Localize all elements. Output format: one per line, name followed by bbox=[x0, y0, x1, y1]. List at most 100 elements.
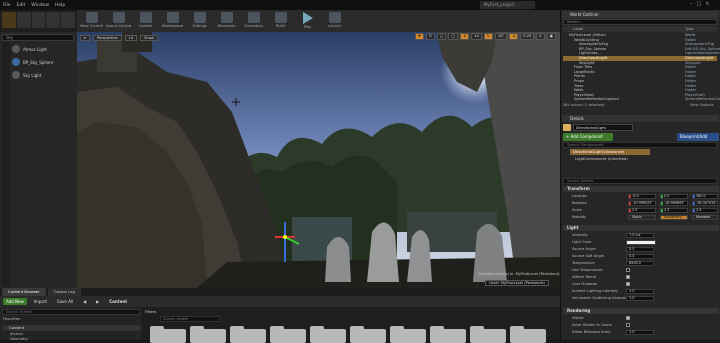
geometry-mode-icon[interactable] bbox=[61, 12, 75, 28]
folder-icon[interactable] bbox=[270, 326, 306, 343]
viewport-options-button[interactable]: ▾ bbox=[80, 34, 90, 41]
scale-snap-toggle[interactable]: ⇲ bbox=[509, 33, 519, 40]
grid-snap-toggle[interactable]: # bbox=[460, 33, 470, 40]
modes-list-item[interactable]: Atmos Light bbox=[12, 44, 85, 54]
type-column-header[interactable]: Type bbox=[685, 26, 694, 32]
folder-icon[interactable] bbox=[310, 326, 346, 343]
world-outliner-tab[interactable]: World Outliner bbox=[562, 11, 719, 18]
favorites-header[interactable]: Favorites bbox=[3, 316, 20, 321]
content-path-breadcrumb[interactable]: Content bbox=[106, 298, 130, 305]
use-temperature-checkbox[interactable] bbox=[626, 268, 630, 272]
menu-help[interactable]: Help bbox=[55, 3, 65, 8]
folder-icon[interactable] bbox=[150, 326, 186, 343]
rotation-x[interactable]: -10.999023 bbox=[628, 200, 656, 206]
rotation-snap-value[interactable]: 10° bbox=[494, 33, 508, 40]
location-z[interactable]: 380.0 bbox=[692, 193, 718, 199]
folder-icon[interactable] bbox=[510, 326, 546, 343]
translate-icon[interactable]: ✚ bbox=[414, 33, 424, 40]
details-tab[interactable]: Details bbox=[562, 115, 719, 122]
component-search-input[interactable]: Search Components bbox=[563, 142, 717, 148]
modes-search-input[interactable]: Sky bbox=[2, 34, 74, 41]
paint-mode-icon[interactable] bbox=[16, 12, 31, 28]
outliner-row[interactable]: SphereReflectionCapture SphereReflectionC… bbox=[563, 97, 720, 102]
place-mode-icon[interactable] bbox=[2, 12, 16, 28]
scale-snap-value[interactable]: 0.25 bbox=[520, 33, 535, 40]
hidden-in-game-checkbox[interactable] bbox=[626, 323, 630, 327]
play-button[interactable]: Play bbox=[295, 11, 320, 31]
visible-checkbox[interactable] bbox=[626, 316, 630, 320]
scale-x[interactable]: 2.5 bbox=[628, 207, 656, 213]
transform-category[interactable]: Transform bbox=[563, 186, 719, 192]
folder-icon[interactable] bbox=[190, 326, 226, 343]
light-category[interactable]: Light bbox=[563, 225, 719, 231]
blueprints-button[interactable]: Blueprints bbox=[214, 11, 239, 31]
label-column-header[interactable]: Label bbox=[573, 26, 583, 32]
add-new-button[interactable]: Add New bbox=[3, 298, 27, 305]
tree-item[interactable]: Archviz bbox=[10, 332, 23, 336]
scale-icon[interactable]: □ bbox=[436, 33, 447, 40]
nav-forward-icon[interactable]: ▶ bbox=[93, 298, 102, 305]
volumetric-scattering-field[interactable]: 1.0 bbox=[626, 295, 654, 301]
modes-list-item[interactable]: BP_Sky_Sphere bbox=[12, 57, 85, 67]
blueprint-script-button[interactable]: Blueprint/Add Script bbox=[677, 133, 719, 147]
tree-item[interactable]: Geometry bbox=[10, 337, 28, 341]
location-y[interactable]: 0.0 bbox=[660, 193, 688, 199]
menu-edit[interactable]: Edit bbox=[17, 3, 26, 8]
source-soft-angle-field[interactable]: 0.0 bbox=[626, 253, 654, 259]
grid-snap-value[interactable]: 10 bbox=[471, 33, 482, 40]
mobility-stationary[interactable]: Stationary bbox=[660, 214, 688, 220]
show-button[interactable]: Show bbox=[140, 34, 158, 41]
modes-list-item[interactable]: Sky Light bbox=[12, 70, 85, 80]
scale-z[interactable]: 2.5 bbox=[692, 207, 718, 213]
launch-button[interactable]: Launch bbox=[322, 11, 347, 31]
rotate-icon[interactable]: ↻ bbox=[425, 33, 435, 40]
nav-back-icon[interactable]: ◀ bbox=[80, 298, 89, 305]
intensity-field[interactable]: 7.0 lux bbox=[626, 232, 654, 238]
add-component-button[interactable]: + Add Component bbox=[563, 133, 613, 141]
affects-world-checkbox[interactable] bbox=[626, 275, 630, 279]
save-all-button[interactable]: Save All bbox=[54, 298, 76, 305]
view-options-button[interactable]: View Options bbox=[690, 103, 714, 107]
settings-button[interactable]: Settings bbox=[187, 11, 212, 31]
source-control-button[interactable]: Source Control bbox=[106, 11, 131, 31]
content-button[interactable]: Content bbox=[133, 11, 158, 31]
camera-speed[interactable]: 4 bbox=[536, 33, 545, 40]
rotation-snap-toggle[interactable]: ↻ bbox=[483, 33, 493, 40]
component-child[interactable]: LightComponent (Inherited) bbox=[575, 156, 628, 161]
mobility-static[interactable]: Static bbox=[628, 214, 656, 220]
level-viewport[interactable] bbox=[77, 32, 560, 288]
world-local-icon[interactable]: ◯ bbox=[448, 33, 459, 40]
foliage-mode-icon[interactable] bbox=[46, 12, 61, 28]
folder-icon[interactable] bbox=[230, 326, 266, 343]
light-color-swatch[interactable] bbox=[626, 239, 656, 245]
details-search-input[interactable]: Search Details bbox=[563, 178, 717, 184]
folder-icon[interactable] bbox=[470, 326, 506, 343]
menu-file[interactable]: File bbox=[3, 3, 11, 8]
folder-icon[interactable] bbox=[350, 326, 386, 343]
scale-y[interactable]: 2.5 bbox=[660, 207, 688, 213]
cast-shadows-checkbox[interactable] bbox=[626, 282, 630, 286]
cinematics-button[interactable]: Cinematics bbox=[241, 11, 266, 31]
billboard-scale-field[interactable]: 1.0 bbox=[626, 329, 654, 335]
source-angle-field[interactable]: 0.5 bbox=[626, 246, 654, 252]
folder-search-input[interactable]: Search Folders bbox=[2, 309, 140, 315]
marketplace-button[interactable]: Marketplace bbox=[160, 11, 185, 31]
rotation-y[interactable]: -18.999893 bbox=[660, 200, 688, 206]
tab-output-log[interactable]: Output Log bbox=[47, 288, 81, 296]
rotation-z[interactable]: -36.307026 bbox=[692, 200, 718, 206]
lit-button[interactable]: Lit bbox=[124, 34, 138, 41]
save-current-button[interactable]: Save Current bbox=[79, 11, 104, 31]
folder-icon[interactable] bbox=[390, 326, 426, 343]
filters-button[interactable]: Filters bbox=[145, 309, 156, 314]
maximize-viewport-icon[interactable]: ▣ bbox=[546, 33, 556, 40]
indirect-lighting-field[interactable]: 1.0 bbox=[626, 288, 654, 294]
temperature-field[interactable]: 6500.0 bbox=[626, 260, 654, 266]
perspective-button[interactable]: Perspective bbox=[92, 34, 122, 41]
component-root[interactable]: DirectionalLight1(Instance) bbox=[570, 149, 650, 155]
rendering-category[interactable]: Rendering bbox=[563, 308, 719, 314]
tab-content-browser[interactable]: Content Browser bbox=[2, 288, 46, 296]
build-button[interactable]: Build bbox=[268, 11, 293, 31]
content-tree-root[interactable]: Content bbox=[3, 325, 141, 331]
asset-search-input[interactable]: Search Assets bbox=[160, 316, 220, 322]
folder-icon[interactable] bbox=[430, 326, 466, 343]
